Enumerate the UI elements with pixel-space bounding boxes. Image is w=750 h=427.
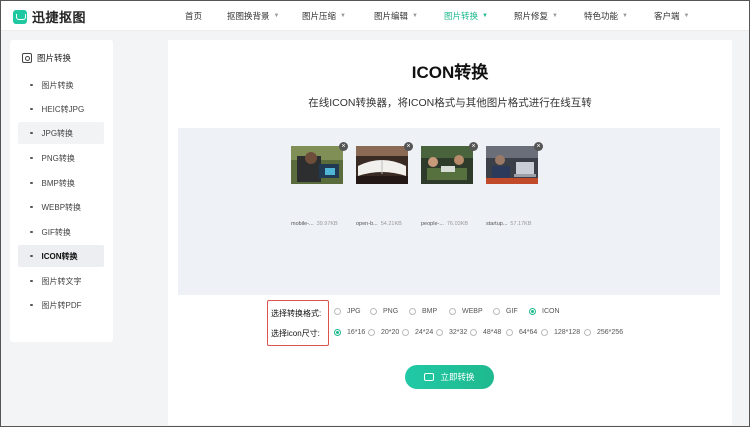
sidebar-item-webp-convert[interactable]: WEBP转换 <box>18 196 104 218</box>
nav-item-client[interactable]: 客户端 ▼ <box>654 10 689 22</box>
chevron-down-icon: ▼ <box>273 13 280 19</box>
logo-text: 迅捷抠图 <box>32 10 87 25</box>
thumbnail-image <box>421 146 473 184</box>
file-size: 54.21KB <box>380 221 402 227</box>
sidebar-heading: 图片转换 <box>22 52 71 64</box>
radio-icon <box>409 308 416 315</box>
format-option-icon[interactable]: ICON <box>529 308 560 315</box>
file-name: people-... <box>421 221 444 227</box>
convert-icon <box>424 373 435 381</box>
thumbnail-image <box>356 146 408 184</box>
nav-item-cutout-background[interactable]: 抠图换背景 ▼ <box>227 10 279 22</box>
size-label: 选择icon尺寸: <box>271 329 320 338</box>
radio-icon <box>449 308 456 315</box>
main-panel: ICON转换 在线ICON转换器，将ICON格式与其他图片格式进行在线互转 mo… <box>168 40 732 425</box>
upload-area[interactable]: mobile-... 39.97KB × open-b... 54.21KB ×… <box>178 128 720 295</box>
file-meta: people-... 76.03KB <box>421 221 468 227</box>
sidebar: 图片转换 图片转换 HEIC转JPG JPG转换 PNG转换 BMP转换 WEB… <box>10 40 113 342</box>
format-option-gif[interactable]: GIF <box>493 308 518 315</box>
sidebar-item-heic-to-jpg[interactable]: HEIC转JPG <box>18 98 104 120</box>
nav-item-image-compress[interactable]: 图片压缩 ▼ <box>302 10 346 22</box>
format-option-bmp[interactable]: BMP <box>409 308 437 315</box>
size-option-16[interactable]: 16*16 <box>334 329 365 336</box>
chevron-down-icon: ▼ <box>340 13 346 19</box>
chevron-down-icon: ▼ <box>482 13 488 19</box>
sidebar-item-image-convert[interactable]: 图片转换 <box>18 74 104 96</box>
file-size: 76.03KB <box>446 221 469 227</box>
file-meta: startup... 57.17KB <box>486 221 532 227</box>
radio-icon <box>436 329 443 336</box>
close-icon[interactable]: × <box>404 142 413 151</box>
sidebar-item-bmp-convert[interactable]: BMP转换 <box>18 172 104 194</box>
convert-button[interactable]: 立即转换 <box>405 365 494 389</box>
radio-icon <box>368 329 375 336</box>
nav-item-image-convert[interactable]: 图片转换 ▼ <box>444 10 488 22</box>
chevron-down-icon: ▼ <box>622 13 628 19</box>
options-label-highlight <box>267 300 329 346</box>
nav-item-features[interactable]: 特色功能 ▼ <box>584 10 628 22</box>
sidebar-item-png-convert[interactable]: PNG转换 <box>18 147 104 169</box>
radio-icon <box>334 329 341 336</box>
radio-icon <box>506 329 513 336</box>
file-meta: mobile-... 39.97KB <box>291 221 338 227</box>
logo[interactable]: 迅捷抠图 <box>13 7 86 26</box>
page-subtitle: 在线ICON转换器，将ICON格式与其他图片格式进行在线互转 <box>308 97 592 109</box>
size-option-256[interactable]: 256*256 <box>584 329 623 336</box>
chevron-down-icon: ▼ <box>412 13 418 19</box>
radio-icon <box>529 308 536 315</box>
format-option-png[interactable]: PNG <box>370 308 398 315</box>
radio-icon <box>470 329 477 336</box>
file-thumbnail: open-b... 54.21KB <box>356 146 408 227</box>
sidebar-item-gif-convert[interactable]: GIF转换 <box>18 221 104 243</box>
radio-icon <box>334 308 341 315</box>
size-option-48[interactable]: 48*48 <box>470 329 501 336</box>
top-navbar: 迅捷抠图 首页 抠图换背景 ▼ 图片压缩 ▼ 图片编辑 ▼ 图片转换 ▼ 照片修复 ▼ 特… <box>1 1 749 31</box>
size-option-24[interactable]: 24*24 <box>402 329 433 336</box>
file-name: mobile-... <box>291 221 314 227</box>
nav-item-photo-repair[interactable]: 照片修复 ▼ <box>514 10 558 22</box>
sidebar-item-image-to-text[interactable]: 图片转文字 <box>18 270 104 292</box>
radio-icon <box>541 329 548 336</box>
format-option-jpg[interactable]: JPG <box>334 308 361 315</box>
sidebar-item-icon-convert[interactable]: ICON转换 <box>18 245 104 267</box>
file-meta: open-b... 54.21KB <box>356 221 402 227</box>
close-icon[interactable]: × <box>534 142 543 151</box>
format-label: 选择转换格式: <box>271 309 322 318</box>
radio-icon <box>493 308 500 315</box>
file-thumbnail: startup... 57.17KB <box>486 146 538 227</box>
size-option-20[interactable]: 20*20 <box>368 329 399 336</box>
file-name: startup... <box>486 221 508 227</box>
file-size: 57.17KB <box>510 221 532 227</box>
chevron-down-icon: ▼ <box>552 13 558 19</box>
radio-icon <box>584 329 591 336</box>
image-convert-icon <box>22 53 32 63</box>
format-option-webp[interactable]: WEBP <box>449 308 483 315</box>
file-name: open-b... <box>356 221 378 227</box>
file-thumbnail: mobile-... 39.97KB <box>291 146 343 227</box>
close-icon[interactable]: × <box>469 142 478 151</box>
size-option-32[interactable]: 32*32 <box>436 329 467 336</box>
radio-icon <box>370 308 377 315</box>
thumbnail-image <box>291 146 343 184</box>
close-icon[interactable]: × <box>339 142 348 151</box>
nav-item-image-edit[interactable]: 图片编辑 ▼ <box>374 10 418 22</box>
thumbnail-image <box>486 146 538 184</box>
sidebar-item-image-to-pdf[interactable]: 图片转PDF <box>18 294 104 316</box>
page-title: ICON转换 <box>411 63 489 82</box>
size-option-128[interactable]: 128*128 <box>541 329 580 336</box>
sidebar-item-jpg-convert[interactable]: JPG转换 <box>18 122 104 144</box>
file-thumbnail: people-... 76.03KB <box>421 146 473 227</box>
file-size: 39.97KB <box>316 221 338 227</box>
logo-icon <box>13 9 27 24</box>
chevron-down-icon: ▼ <box>683 13 690 19</box>
nav-item-home[interactable]: 首页 <box>185 10 202 22</box>
size-option-64[interactable]: 64*64 <box>506 329 537 336</box>
radio-icon <box>402 329 409 336</box>
